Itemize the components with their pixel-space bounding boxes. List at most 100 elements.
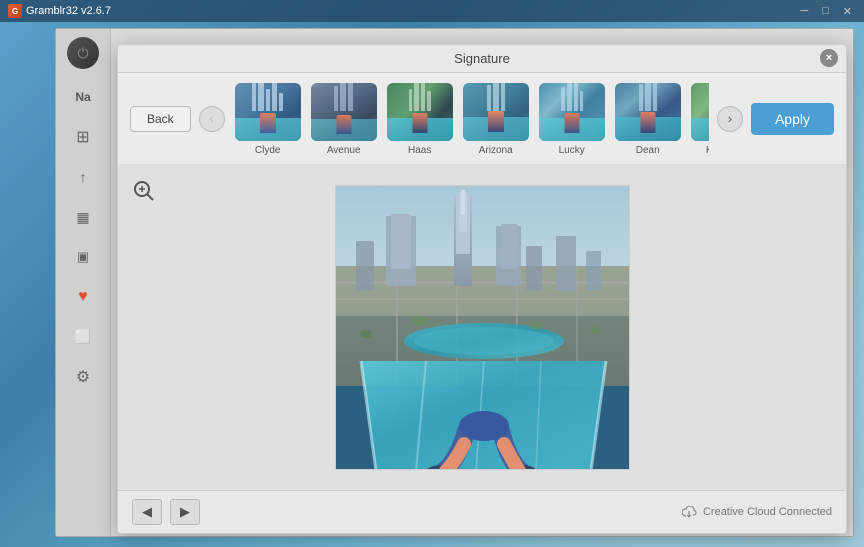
filter-item-avenue[interactable]: Avenue bbox=[309, 81, 379, 156]
grid-icon: ⊞ bbox=[76, 127, 89, 147]
nav-prev-button[interactable]: ‹ bbox=[199, 106, 225, 132]
app-title-bar: G Gramblr32 v2.6.7 bbox=[8, 4, 111, 18]
filter-strip: Back ‹ bbox=[118, 73, 846, 165]
sidebar: ⏻ Na ⊞ ↑ ▦ ▣ ♥ ⬜ ⚙ bbox=[56, 29, 111, 536]
sidebar-item-profile[interactable]: Na bbox=[65, 81, 101, 113]
close-window-button[interactable]: ✕ bbox=[839, 5, 856, 18]
sidebar-item-folder[interactable]: ⬜ bbox=[65, 321, 101, 353]
filter-thumb-haas bbox=[385, 81, 455, 143]
next-arrow-icon: ▶ bbox=[180, 504, 190, 520]
filter-item-arizona[interactable]: Arizona bbox=[461, 81, 531, 156]
taskbar: G Gramblr32 v2.6.7 ─ □ ✕ bbox=[0, 0, 864, 22]
filter-label-lucky: Lucky bbox=[559, 145, 585, 156]
image-area bbox=[118, 165, 846, 490]
thumb-image-avenue bbox=[311, 83, 377, 141]
person-silhouette bbox=[640, 112, 655, 133]
dubai-image-svg bbox=[336, 186, 630, 470]
app-window: ⏻ Na ⊞ ↑ ▦ ▣ ♥ ⬜ ⚙ bbox=[55, 28, 854, 537]
sidebar-item-calendar[interactable]: ▦ bbox=[65, 201, 101, 233]
filter-item-haas[interactable]: Haas bbox=[385, 81, 455, 156]
back-button[interactable]: Back bbox=[130, 106, 191, 132]
profile-icon: Na bbox=[75, 90, 90, 104]
sidebar-item-heart[interactable]: ♥ bbox=[65, 281, 101, 313]
app-icon: G bbox=[8, 4, 22, 18]
maximize-button[interactable]: □ bbox=[818, 5, 833, 18]
filter-item-keylime[interactable]: Keylime bbox=[689, 81, 709, 156]
filter-thumb-avenue bbox=[309, 81, 379, 143]
thumb-city-keylime bbox=[691, 88, 709, 111]
building3 bbox=[266, 89, 270, 111]
b1 bbox=[561, 87, 565, 111]
filters-scroll: Clyde bbox=[233, 81, 709, 156]
b2 bbox=[414, 83, 419, 111]
heart-icon: ♥ bbox=[78, 288, 88, 306]
filter-label-keylime: Keylime bbox=[706, 145, 709, 156]
b2 bbox=[493, 83, 499, 111]
filter-thumb-dean bbox=[613, 81, 683, 143]
image-icon: ▣ bbox=[77, 249, 89, 265]
filter-item-clyde[interactable]: Clyde bbox=[233, 81, 303, 156]
filter-thumb-lucky bbox=[537, 81, 607, 143]
thumb-image-keylime bbox=[691, 83, 709, 141]
nav-next-button[interactable]: › bbox=[717, 106, 743, 132]
filter-item-lucky[interactable]: Lucky bbox=[537, 81, 607, 156]
thumb-image-haas bbox=[387, 83, 453, 141]
bottom-bar: ◀ ▶ Cr bbox=[118, 490, 846, 533]
filter-label-haas: Haas bbox=[408, 145, 431, 156]
b2 bbox=[645, 83, 651, 111]
person-silhouette bbox=[336, 115, 351, 134]
b3 bbox=[574, 83, 578, 111]
bottom-nav-buttons: ◀ ▶ bbox=[132, 499, 200, 525]
sidebar-item-grid[interactable]: ⊞ bbox=[65, 121, 101, 153]
thumb-city-arizona bbox=[463, 88, 529, 111]
dialog-close-button[interactable]: × bbox=[820, 49, 838, 67]
sidebar-item-upload[interactable]: ↑ bbox=[65, 161, 101, 193]
person-silhouette bbox=[260, 113, 276, 133]
prev-arrow-icon: ◀ bbox=[142, 504, 152, 520]
app-title: Gramblr32 v2.6.7 bbox=[26, 5, 111, 17]
calendar-icon: ▦ bbox=[76, 209, 89, 226]
filter-thumb-arizona bbox=[461, 81, 531, 143]
person-silhouette bbox=[564, 113, 579, 133]
dialog-title: Signature bbox=[454, 51, 510, 66]
b3 bbox=[653, 83, 657, 111]
thumb-image-clyde bbox=[235, 83, 301, 141]
upload-icon: ↑ bbox=[80, 169, 87, 185]
filter-thumb-clyde bbox=[233, 81, 303, 143]
next-nav-button[interactable]: ▶ bbox=[170, 499, 200, 525]
b2 bbox=[567, 83, 572, 111]
gear-icon: ⚙ bbox=[76, 367, 90, 387]
cc-status: Creative Cloud Connected bbox=[682, 504, 832, 520]
filter-label-clyde: Clyde bbox=[255, 145, 281, 156]
thumb-image-arizona bbox=[463, 83, 529, 141]
sidebar-power-button[interactable]: ⏻ bbox=[67, 37, 99, 69]
modal-overlay: Signature × Back ‹ bbox=[111, 29, 853, 536]
sidebar-item-settings[interactable]: ⚙ bbox=[65, 361, 101, 393]
thumb-city-haas bbox=[387, 88, 453, 111]
main-content: Signature × Back ‹ bbox=[111, 29, 853, 536]
window-controls: ─ □ ✕ bbox=[796, 5, 856, 18]
b3 bbox=[421, 83, 425, 111]
main-photo bbox=[335, 185, 630, 470]
thumb-image-lucky bbox=[539, 83, 605, 141]
person-silhouette bbox=[488, 111, 504, 132]
b3 bbox=[348, 83, 353, 111]
building5 bbox=[279, 93, 283, 111]
dialog-header: Signature × bbox=[118, 45, 846, 73]
thumb-city-dean bbox=[615, 88, 681, 111]
building1 bbox=[252, 83, 256, 111]
zoom-icon[interactable] bbox=[130, 177, 158, 205]
prev-nav-button[interactable]: ◀ bbox=[132, 499, 162, 525]
b1 bbox=[639, 84, 643, 111]
thumb-city-lucky bbox=[539, 88, 605, 111]
sidebar-item-image[interactable]: ▣ bbox=[65, 241, 101, 273]
apply-button[interactable]: Apply bbox=[751, 103, 834, 135]
b1 bbox=[334, 86, 338, 111]
building2 bbox=[258, 83, 264, 111]
slide-area bbox=[691, 118, 709, 141]
thumb-image-dean bbox=[615, 83, 681, 141]
minimize-button[interactable]: ─ bbox=[796, 5, 812, 18]
b4 bbox=[580, 91, 583, 111]
filter-item-dean[interactable]: Dean bbox=[613, 81, 683, 156]
cc-label: Creative Cloud Connected bbox=[703, 506, 832, 518]
